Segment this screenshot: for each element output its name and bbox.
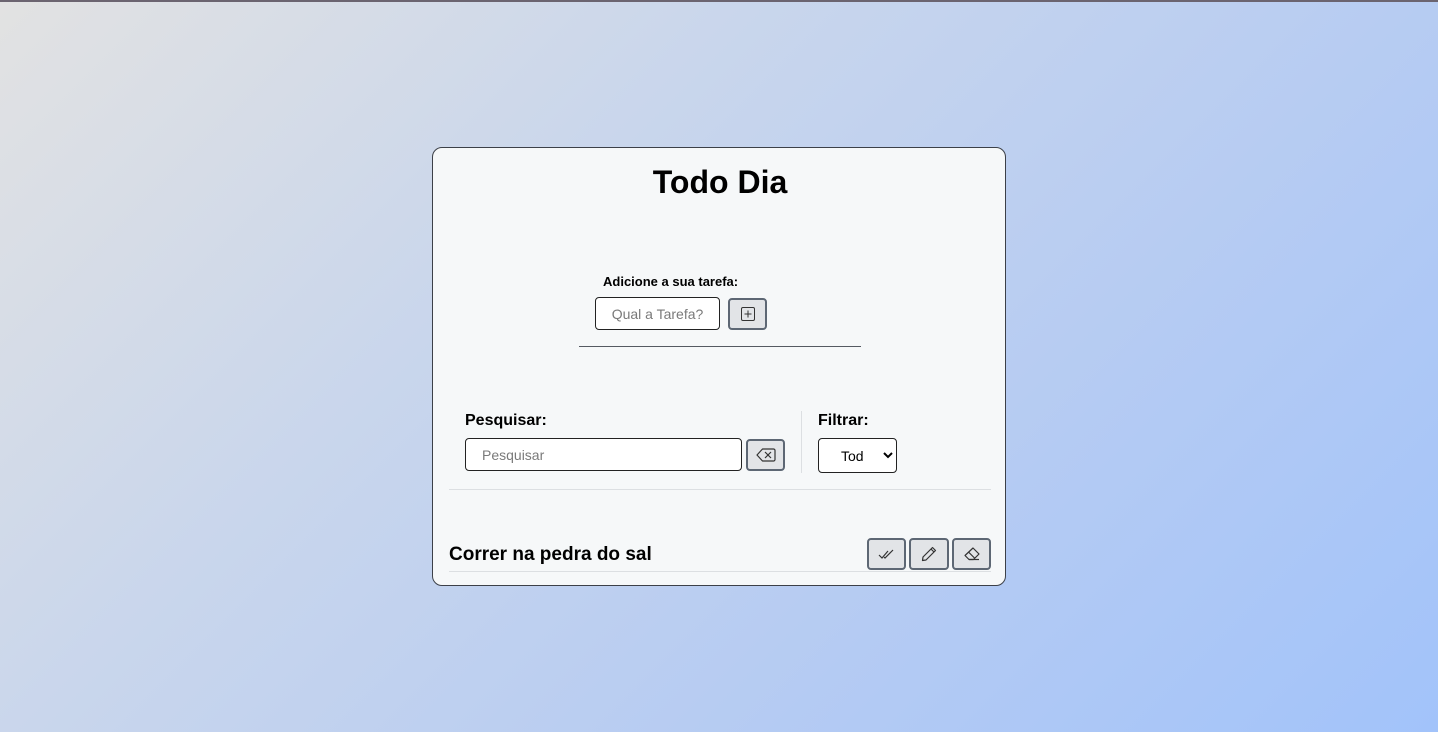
eraser-icon: [963, 547, 980, 561]
todo-card: Todo Dia Adicione a sua tarefa: Pesquisa…: [432, 147, 1006, 586]
pencil-icon: [921, 546, 937, 562]
add-form-divider: [579, 346, 861, 347]
add-todo-button[interactable]: [728, 298, 767, 330]
backspace-icon: [755, 448, 776, 462]
add-todo-input[interactable]: [595, 297, 720, 330]
plus-square-icon: [740, 307, 755, 321]
search-input[interactable]: [465, 438, 742, 471]
list-divider: [449, 489, 991, 490]
edit-todo-button[interactable]: [909, 538, 949, 570]
finish-todo-button[interactable]: [867, 538, 906, 570]
toolbar-separator: [801, 411, 802, 473]
add-todo-label: Adicione a sua tarefa:: [603, 274, 739, 289]
todo-text: Correr na pedra do sal: [449, 544, 652, 565]
filter-label: Filtrar:: [818, 412, 869, 429]
todo-item: Correr na pedra do sal: [449, 538, 991, 572]
check-double-icon: [878, 549, 893, 559]
search-label: Pesquisar:: [465, 412, 547, 429]
window-top-border: [0, 0, 1438, 2]
remove-todo-button[interactable]: [952, 538, 991, 570]
filter-select[interactable]: Tod: [818, 438, 897, 473]
clear-search-button[interactable]: [746, 439, 785, 471]
page-title: Todo Dia: [652, 164, 788, 200]
